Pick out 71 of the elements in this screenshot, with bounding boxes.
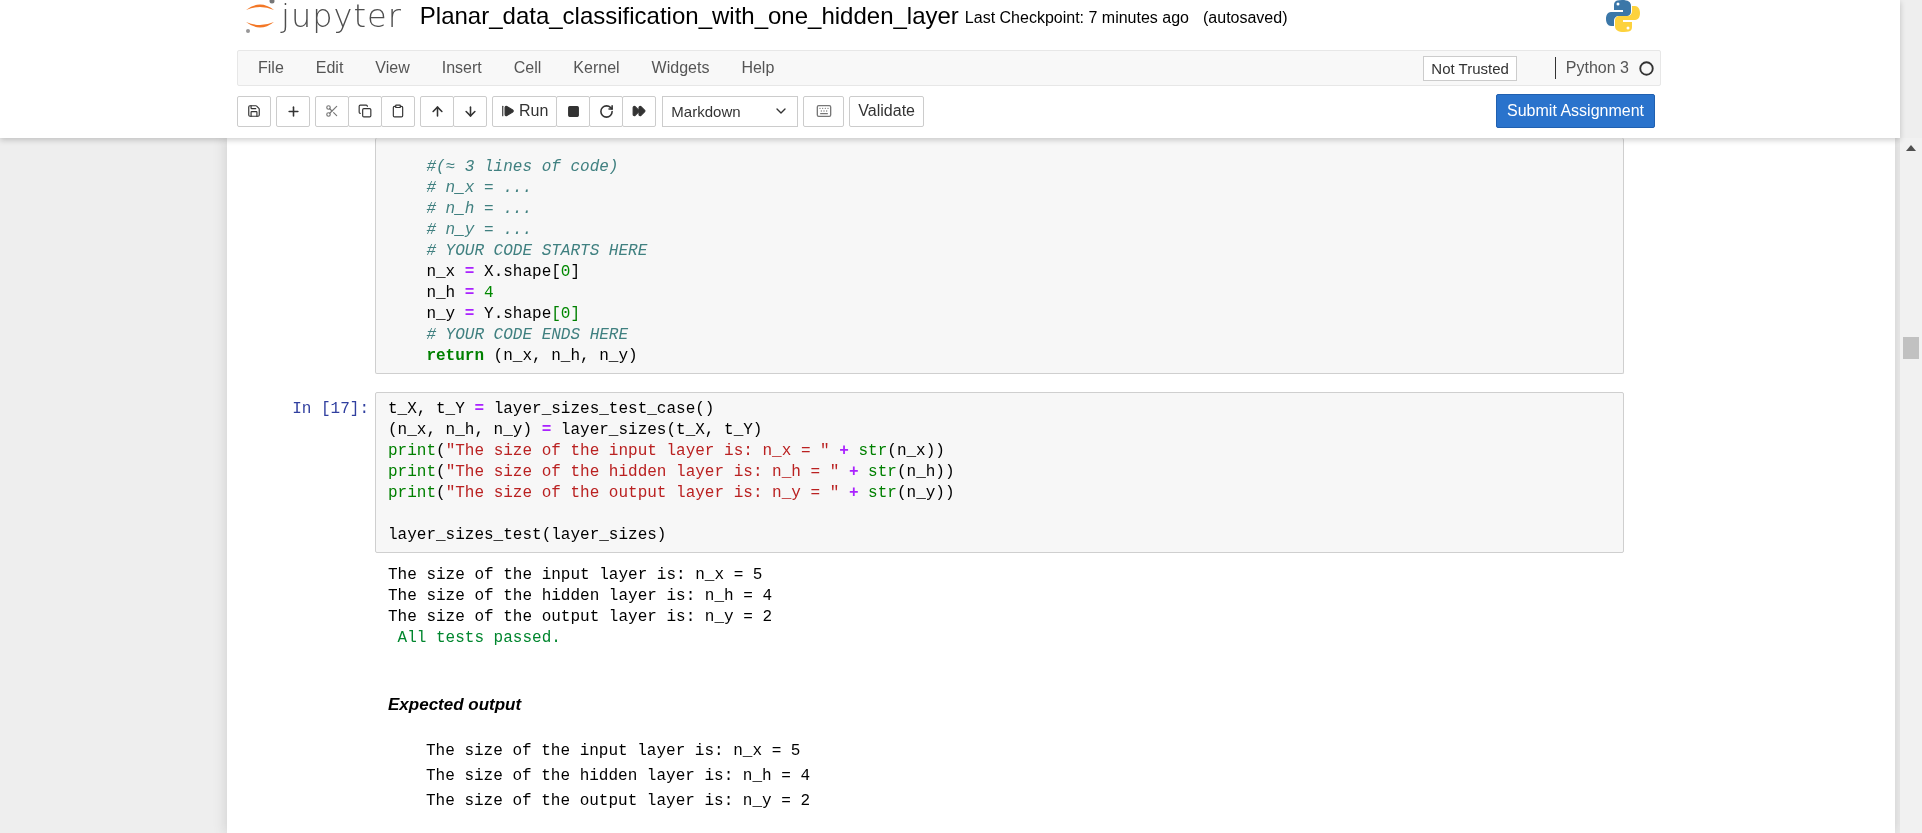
code-line: return (n_x, n_h, n_y): [425, 346, 639, 367]
copy-icon: [358, 104, 372, 118]
code-line: n_x = X.shape[0]: [425, 262, 582, 283]
plus-icon: [285, 103, 301, 119]
code-cell[interactable]: #(≈ 3 lines of code) # n_x = ... # n_h = ... # n_y = ... # YOUR CODE STARTS HERE n_x = X.shape[0] n_h = 4 n_y = Y.shape[0] # YOUR CODE ENDS HERE return (n_x, n_h, n_y): [375, 138, 1624, 374]
trust-indicator[interactable]: Not Trusted: [1423, 55, 1517, 81]
code-line: (n_x, n_h, n_y) = layer_sizes(t_X, t_Y): [388, 420, 764, 441]
code-cell[interactable]: [375, 392, 1624, 553]
clipboard-icon: [391, 104, 405, 118]
scissors-icon: [325, 104, 339, 118]
jupyter-logo-text[interactable]: jupyter: [281, 0, 402, 35]
validate-button[interactable]: Validate: [849, 95, 924, 127]
copy-button[interactable]: [348, 95, 382, 127]
expected-output-line: The size of the output layer is: n_y = 2: [426, 791, 812, 812]
code-line: print("The size of the hidden layer is: n_h = " + str(n_h)): [388, 462, 956, 483]
stop-icon: [566, 104, 580, 118]
test-result: All tests passed.: [396, 628, 562, 649]
cell-prompt: In [17]:: [292, 400, 369, 418]
menu-item[interactable]: Insert: [425, 59, 498, 77]
fast-forward-icon: [632, 104, 647, 118]
jupyter-logo-icon: [243, 0, 277, 35]
output-line: The size of the input layer is: n_x = 5: [388, 565, 764, 586]
menu-item[interactable]: File: [242, 59, 300, 77]
menu-item[interactable]: View: [359, 59, 426, 77]
output-line: The size of the hidden layer is: n_h = 4: [388, 586, 774, 607]
scroll-thumb[interactable]: [1903, 337, 1919, 359]
code-line: print("The size of the input layer is: n_x = " + str(n_x)): [388, 441, 946, 462]
submit-button[interactable]: Submit Assignment: [1496, 94, 1655, 128]
scroll-up-icon[interactable]: [1906, 145, 1916, 151]
code-line: # YOUR CODE STARTS HERE: [425, 241, 649, 262]
move-up-button[interactable]: [420, 95, 454, 127]
code-line: # n_y = ...: [425, 220, 534, 241]
cut-button[interactable]: [315, 95, 349, 127]
code-line: # n_x = ...: [425, 178, 534, 199]
code-line: print("The size of the output layer is: n_y = " + str(n_y)): [388, 483, 956, 504]
run-all-button[interactable]: [622, 95, 657, 127]
step-forward-icon: [501, 104, 515, 118]
code-line: layer_sizes_test(layer_sizes): [388, 525, 668, 546]
code-line: # n_h = ...: [425, 199, 534, 220]
restart-button[interactable]: [589, 95, 624, 127]
keyboard-button[interactable]: [803, 95, 845, 127]
save-button[interactable]: [237, 95, 271, 127]
add-cell-button[interactable]: [276, 95, 310, 127]
menu-item[interactable]: Help: [725, 59, 791, 77]
code-line: t_X, t_Y = layer_sizes_test_case(): [388, 399, 716, 420]
keyboard-icon: [815, 103, 832, 119]
menu-item[interactable]: Widgets: [635, 59, 726, 77]
checkpoint-status: Last Checkpoint: 7 minutes ago: [964, 9, 1189, 27]
code-line: n_h = 4: [425, 283, 495, 304]
notebook-name[interactable]: Planar_data_classification_with_one_hidden_layer: [419, 2, 959, 30]
arrow-down-icon: [462, 103, 478, 119]
autosave-status: (autosaved): [1203, 9, 1288, 27]
kernel-status-icon: [1639, 60, 1654, 76]
cell-type-select[interactable]: Markdown: [662, 95, 799, 127]
stop-button[interactable]: [556, 95, 591, 127]
move-down-button[interactable]: [453, 95, 487, 127]
code-line: n_y = Y.shape[0]: [425, 304, 582, 325]
expected-output-line: The size of the hidden layer is: n_h = 4: [426, 766, 812, 787]
kernel-name: Python 3: [1565, 59, 1629, 77]
restart-icon: [598, 103, 614, 119]
output-line: The size of the output layer is: n_y = 2: [388, 607, 774, 628]
menu-item[interactable]: Cell: [497, 59, 558, 77]
code-line: #(≈ 3 lines of code): [425, 157, 620, 178]
markdown-heading: Expected output: [388, 695, 523, 715]
expected-output-line: The size of the input layer is: n_x = 5: [426, 741, 802, 762]
paste-button[interactable]: [381, 95, 415, 127]
code-line: # YOUR CODE ENDS HERE: [425, 325, 630, 346]
menu-item[interactable]: Edit: [299, 59, 360, 77]
save-icon: [247, 104, 261, 118]
menu-item[interactable]: Kernel: [557, 59, 636, 77]
run-button[interactable]: Run: [492, 95, 558, 127]
